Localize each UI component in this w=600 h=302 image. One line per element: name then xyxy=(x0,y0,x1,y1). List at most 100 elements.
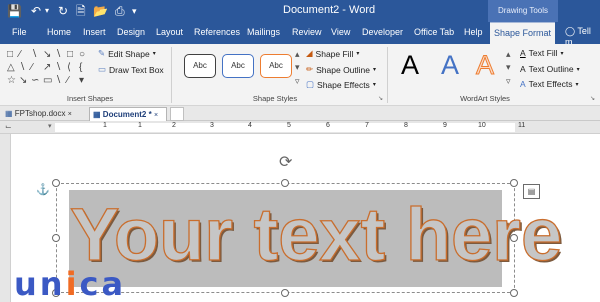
title-bar: 💾 ↶ ▾ ↻ 🗎 📂 ⎙ ▾ Document2 - Word Drawing… xyxy=(0,0,600,22)
logo-letter: u xyxy=(14,265,40,302)
line-shape-icon[interactable]: ∖ xyxy=(19,63,25,73)
shape-fill-button[interactable]: ◢ Shape Fill ▾ xyxy=(306,48,359,59)
resize-handle[interactable] xyxy=(281,289,289,297)
tab-home[interactable]: Home xyxy=(47,27,71,37)
layout-options-icon[interactable]: ▤ xyxy=(523,184,540,199)
ruler-number: 1 xyxy=(138,122,142,129)
close-icon[interactable]: × xyxy=(154,112,158,119)
undo-icon[interactable]: ↶ xyxy=(31,3,41,19)
new-document-icon[interactable]: 🗎 xyxy=(76,3,86,19)
tab-mailings[interactable]: Mailings xyxy=(247,27,280,37)
doc-tab-document2[interactable]: ▦ Document2 * × xyxy=(89,107,167,121)
text-outline-button[interactable]: A Text Outline ▾ xyxy=(520,64,580,74)
tab-developer[interactable]: Developer xyxy=(362,27,403,37)
edit-shape-button[interactable]: ✎ Edit Shape ▾ xyxy=(98,48,156,59)
text-box-shape-icon[interactable]: □ xyxy=(7,50,13,60)
open-folder-icon[interactable]: 📂 xyxy=(93,3,108,19)
brace-shape-icon[interactable]: { xyxy=(79,63,82,73)
tab-review[interactable]: Review xyxy=(292,27,322,37)
print-icon[interactable]: ⎙ xyxy=(115,3,125,19)
close-icon[interactable]: × xyxy=(68,111,72,118)
arrow-shape-icon[interactable]: ↘ xyxy=(43,50,51,60)
gallery-more-icon[interactable]: ▾ xyxy=(79,76,84,86)
wordart-scroll-down[interactable]: ▾ xyxy=(506,62,511,73)
draw-text-box-label: Draw Text Box xyxy=(109,64,164,75)
horizontal-ruler[interactable]: ⌙ ▾ 1 1 2 3 4 5 6 7 8 9 10 11 xyxy=(0,121,600,134)
resize-handle[interactable] xyxy=(52,234,60,242)
line-shape-icon[interactable]: ∖ xyxy=(31,50,37,60)
wordart-style-orange[interactable]: A xyxy=(475,50,494,81)
shape-styles-more[interactable]: ▿ xyxy=(295,76,300,87)
redo-icon[interactable]: ↻ xyxy=(58,3,68,19)
group-divider xyxy=(171,47,172,103)
wordart-dialog-launcher-icon[interactable]: ↘ xyxy=(590,95,595,102)
bracket-shape-icon[interactable]: ⟨ xyxy=(67,63,71,73)
tab-references[interactable]: References xyxy=(194,27,240,37)
resize-handle[interactable] xyxy=(510,179,518,187)
shape-style-preset-1[interactable]: Abc xyxy=(184,54,216,78)
resize-handle[interactable] xyxy=(52,179,60,187)
customize-toolbar-icon[interactable]: ▾ xyxy=(132,3,137,19)
shape-styles-scroll-up[interactable]: ▴ xyxy=(295,49,300,60)
title-bar-extension xyxy=(558,0,600,22)
ruler-number: 1 xyxy=(103,122,107,129)
unica-logo: unica xyxy=(14,268,126,300)
line-shape-icon[interactable]: ∕ xyxy=(67,76,69,86)
shape-style-preset-2[interactable]: Abc xyxy=(222,54,254,78)
line-shape-icon[interactable]: ∖ xyxy=(55,50,61,60)
undo-dropdown-icon[interactable]: ▾ xyxy=(45,3,49,19)
vertical-ruler[interactable] xyxy=(0,134,11,302)
text-effects-icon: A xyxy=(520,79,526,89)
wordart-more[interactable]: ▿ xyxy=(506,76,511,87)
wordart-text[interactable]: Your text here xyxy=(69,185,562,285)
tab-office-tab[interactable]: Office Tab xyxy=(414,27,454,37)
ruler-number: 10 xyxy=(478,122,486,129)
rotate-handle-icon[interactable]: ⟳ xyxy=(279,152,292,172)
text-box-icon: ▭ xyxy=(98,64,107,74)
tab-view[interactable]: View xyxy=(331,27,350,37)
edit-shape-label: Edit Shape xyxy=(108,48,150,59)
triangle-shape-icon[interactable]: △ xyxy=(7,63,15,73)
line-shape-icon[interactable]: ∖ xyxy=(55,63,61,73)
anchor-icon[interactable]: ⚓ xyxy=(36,183,50,196)
ellipse-shape-icon[interactable]: ○ xyxy=(79,50,85,60)
tab-insert[interactable]: Insert xyxy=(83,27,106,37)
line-shape-icon[interactable]: ∕ xyxy=(31,63,33,73)
curve-shape-icon[interactable]: ∽ xyxy=(31,76,39,86)
arrow-shape-icon[interactable]: ↘ xyxy=(19,76,27,86)
insert-shapes-group-label: Insert Shapes xyxy=(66,94,114,103)
shape-styles-dialog-launcher-icon[interactable]: ↘ xyxy=(378,95,383,102)
wordart-style-blue[interactable]: A xyxy=(441,50,459,80)
draw-text-box-button[interactable]: ▭ Draw Text Box xyxy=(98,64,164,75)
wordart-scroll-up[interactable]: ▴ xyxy=(506,49,511,60)
tab-help[interactable]: Help xyxy=(464,27,483,37)
tab-layout[interactable]: Layout xyxy=(156,27,183,37)
shape-effects-button[interactable]: ▢ Shape Effects ▾ xyxy=(306,79,376,90)
text-fill-button[interactable]: A Text Fill ▾ xyxy=(520,48,564,58)
shape-styles-group-label: Shape Styles xyxy=(252,94,298,103)
text-effects-label: Text Effects xyxy=(528,79,573,89)
wordart-style-black[interactable]: A xyxy=(401,50,419,80)
line-shape-icon[interactable]: ∖ xyxy=(55,76,61,86)
tab-selector-icon[interactable]: ⌙ xyxy=(5,122,12,131)
tab-file[interactable]: File xyxy=(12,27,27,37)
new-tab-button[interactable] xyxy=(170,107,184,121)
doc-tab-fptshop[interactable]: ▦ FPTshop.docx × xyxy=(2,107,78,121)
line-shape-icon[interactable]: ∕ xyxy=(19,50,21,60)
resize-handle[interactable] xyxy=(510,289,518,297)
shape-style-preset-3[interactable]: Abc xyxy=(260,54,292,78)
star-shape-icon[interactable]: ☆ xyxy=(7,76,16,86)
shape-styles-scroll-down[interactable]: ▾ xyxy=(295,62,300,73)
left-indent-marker[interactable]: ▾ xyxy=(48,122,52,130)
text-effects-button[interactable]: A Text Effects ▾ xyxy=(520,79,578,89)
rectangle-shape-icon[interactable]: ▭ xyxy=(43,76,52,86)
shape-outline-button[interactable]: ✏ Shape Outline ▾ xyxy=(306,64,376,75)
dropdown-arrow-icon: ▾ xyxy=(356,51,360,57)
tab-shape-format[interactable]: Shape Format xyxy=(490,22,555,44)
save-icon[interactable]: 💾 xyxy=(7,3,22,19)
shapes-gallery[interactable]: □ ∕ ∖ ↘ ∖ □ ○ △ ∖ ∕ ↗ ∖ ⟨ { ☆ ↘ ∽ ▭ ∖ ∕ … xyxy=(5,48,93,88)
tab-design[interactable]: Design xyxy=(117,27,145,37)
arrow-shape-icon[interactable]: ↗ xyxy=(43,63,51,73)
dropdown-arrow-icon: ▾ xyxy=(152,51,156,57)
rectangle-shape-icon[interactable]: □ xyxy=(67,50,73,60)
